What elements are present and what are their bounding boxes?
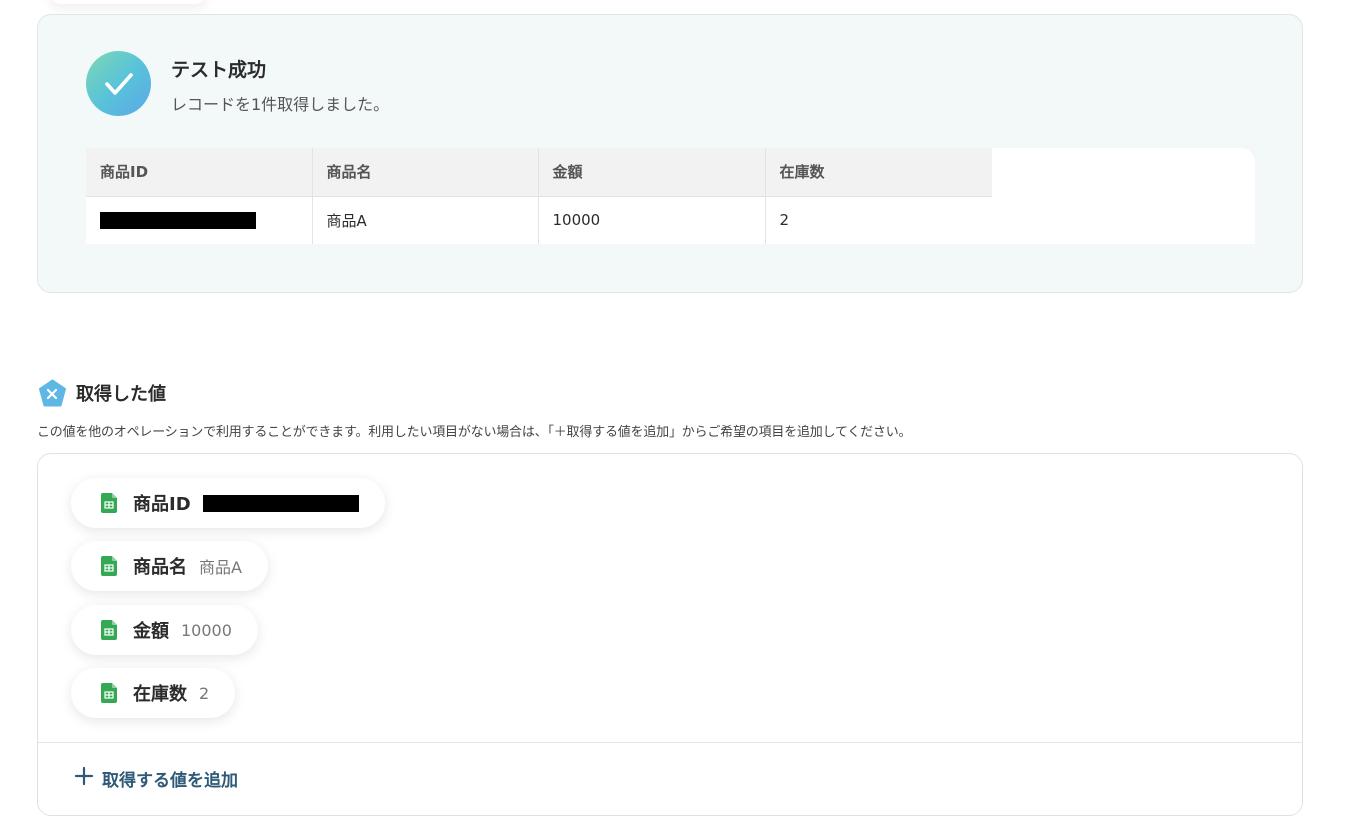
- spreadsheet-icon: [101, 620, 117, 640]
- status-subtitle: レコードを1件取得しました。: [171, 95, 390, 114]
- column-header: 商品ID: [86, 148, 312, 197]
- divider: [38, 742, 1302, 743]
- value-chip[interactable]: 商品ID: [71, 478, 385, 528]
- add-value-button[interactable]: 取得する値を追加: [74, 762, 238, 794]
- value-chip[interactable]: 在庫数 2: [71, 668, 236, 718]
- variable-icon: [38, 379, 67, 408]
- section-title: 取得した値: [76, 384, 166, 405]
- success-check-icon: [86, 51, 151, 116]
- spreadsheet-icon: [101, 556, 117, 576]
- value-text: 2: [199, 683, 210, 703]
- value-chip[interactable]: 金額 10000: [71, 605, 258, 655]
- table-row: 商品A 10000 2: [86, 196, 992, 244]
- record-table: 商品ID 商品名 金額 在庫数 商品A 10000 2: [86, 148, 1255, 244]
- test-result-panel: テスト成功 レコードを1件取得しました。 商品ID 商品名 金額 在庫数 商品A…: [37, 14, 1303, 293]
- status-title: テスト成功: [171, 59, 267, 81]
- section-description: この値を他のオペレーションで利用することができます。利用したい項目がない場合は、…: [37, 425, 912, 440]
- value-text: 商品A: [199, 558, 242, 577]
- value-key: 商品ID: [133, 494, 191, 515]
- value-chip[interactable]: 商品名 商品A: [71, 541, 268, 591]
- column-header: 商品名: [311, 148, 538, 197]
- table-header-row: 商品ID 商品名 金額 在庫数: [86, 148, 992, 197]
- redacted-value: [202, 494, 359, 512]
- acquired-values-panel: 商品ID 商品名 商品A 金額 10000 在庫数 2 取得する値を追加: [37, 453, 1303, 816]
- column-header: 在庫数: [764, 148, 992, 197]
- column-header: 金額: [537, 148, 765, 197]
- table-cell: 商品A: [311, 196, 538, 244]
- spreadsheet-icon: [101, 683, 117, 703]
- value-text: 10000: [181, 620, 232, 640]
- table-cell: 10000: [537, 196, 765, 244]
- add-value-label: 取得する値を追加: [102, 770, 238, 791]
- plus-icon: [74, 765, 94, 791]
- spreadsheet-icon: [101, 493, 117, 513]
- value-key: 商品名: [133, 557, 187, 578]
- value-key: 在庫数: [133, 684, 187, 705]
- previous-card-edge: [48, 0, 208, 4]
- value-key: 金額: [133, 621, 169, 642]
- table-cell: [86, 196, 312, 244]
- table-cell: 2: [764, 196, 992, 244]
- redacted-value: [100, 212, 256, 230]
